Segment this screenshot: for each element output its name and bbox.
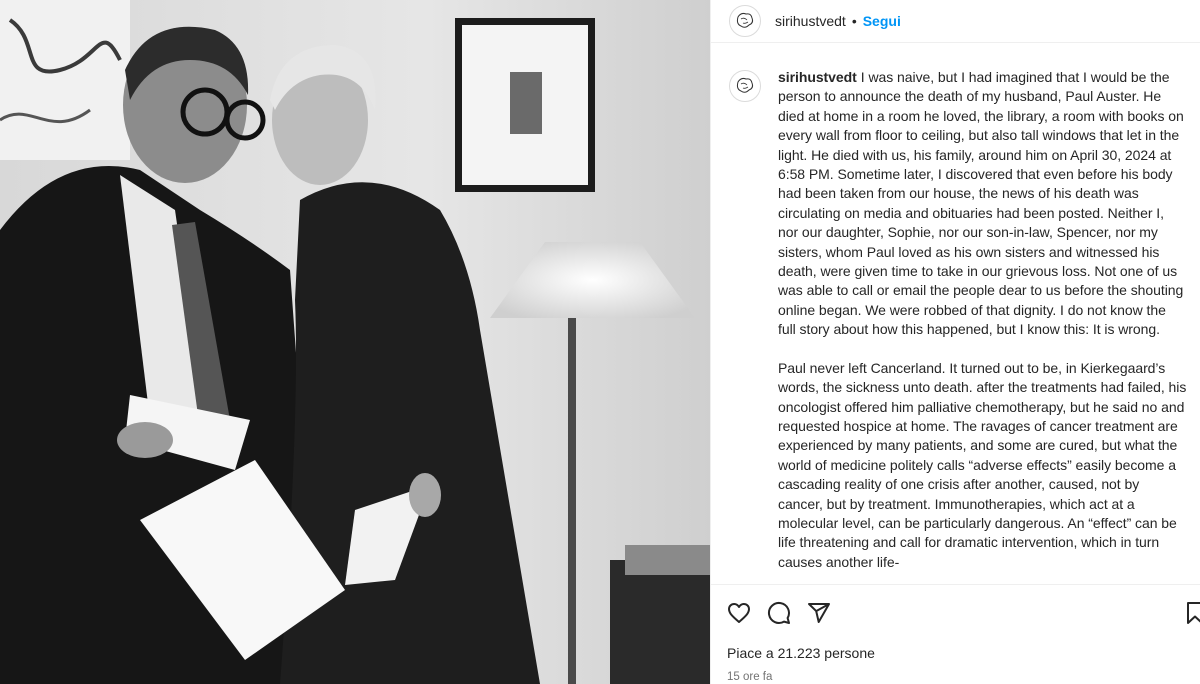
comment-icon[interactable] (767, 601, 791, 625)
header-username[interactable]: sirihustvedt (775, 13, 846, 29)
instagram-post: sirihustvedt • Segui sirihustvedt I was n… (0, 0, 1200, 684)
caption-avatar[interactable] (729, 70, 761, 102)
photo-illustration (0, 0, 710, 684)
share-icon[interactable] (807, 601, 831, 625)
bookmark-icon[interactable] (1183, 601, 1200, 625)
caption-paragraph: sirihustvedt I was naive, but I had imagi… (778, 68, 1187, 340)
caption-paragraph: Paul never left Cancerland. It turned ou… (778, 359, 1187, 570)
likes-count[interactable]: Piace a 21.223 persone (727, 645, 1185, 661)
avatar[interactable] (729, 5, 761, 37)
follow-button[interactable]: Segui (863, 13, 901, 29)
post-timestamp: 15 ore fa (727, 671, 773, 683)
post-actions: Piace a 21.223 persone 15 ore fa (711, 584, 1200, 684)
caption-area[interactable]: sirihustvedt I was naive, but I had imagi… (711, 44, 1200, 584)
post-side-panel: sirihustvedt • Segui sirihustvedt I was n… (710, 0, 1200, 684)
action-icons-row (727, 599, 1185, 627)
avatar-sketch-icon (736, 77, 754, 93)
avatar-sketch-icon (736, 12, 754, 28)
post-photo[interactable] (0, 0, 710, 684)
caption-text: I was naive, but I had imagined that I w… (778, 69, 1184, 338)
header-separator: • (851, 13, 857, 29)
heart-icon[interactable] (727, 601, 751, 625)
post-header: sirihustvedt • Segui (711, 0, 1200, 43)
caption-username[interactable]: sirihustvedt (778, 69, 857, 85)
post-caption: sirihustvedt I was naive, but I had imagi… (778, 68, 1187, 584)
